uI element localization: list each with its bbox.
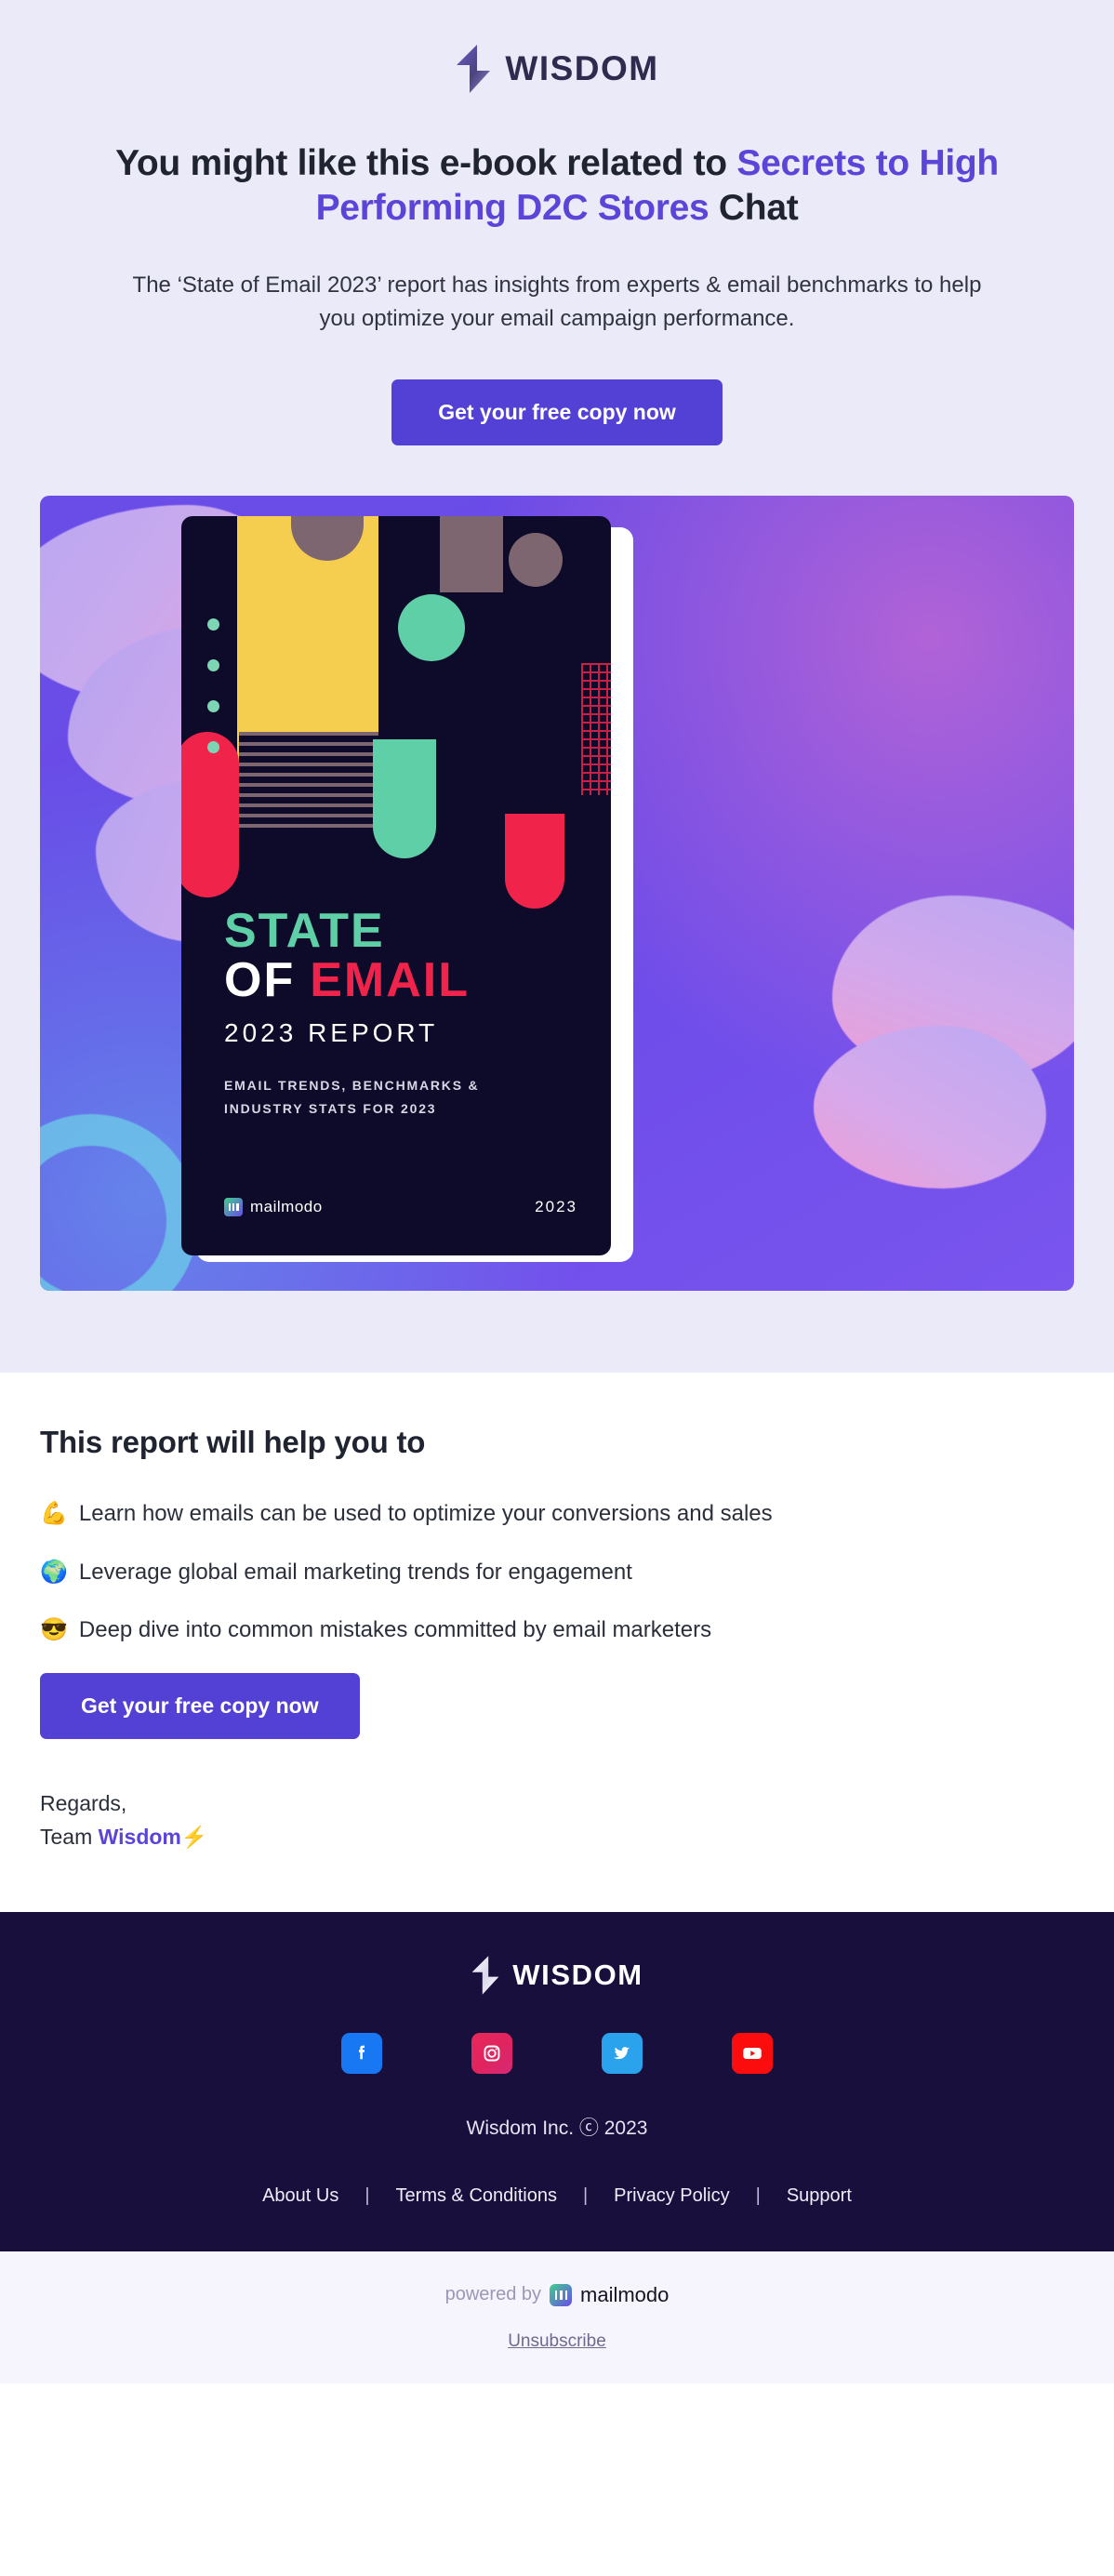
footer: WISDOM Wisdom Inc. ⓒ 2023 About Us | Ter… — [0, 1911, 1114, 2251]
decorative-blob — [814, 1026, 1046, 1189]
body-cta-wrap: Get your free copy now — [40, 1673, 1074, 1740]
cover-shape-dot-column — [207, 618, 220, 782]
cover-publisher-name: mailmodo — [250, 1198, 323, 1216]
copyright-text: Wisdom Inc. ⓒ 2023 — [466, 2117, 648, 2139]
youtube-icon[interactable] — [732, 2032, 773, 2074]
cover-publisher: mailmodo — [224, 1198, 323, 1217]
footer-link-about-us[interactable]: About Us — [236, 2185, 365, 2207]
hero-section: WISDOM You might like this e-book relate… — [0, 0, 1114, 1374]
cover-blurb-line-2: INDUSTRY STATS FOR 2023 — [224, 1100, 437, 1116]
decorative-ring — [40, 1114, 198, 1292]
facebook-icon[interactable] — [341, 2032, 382, 2074]
globe-icon: 🌍 — [40, 1559, 68, 1585]
hero-image-band: STATE OF EMAIL 2023 REPORT EMAIL TRENDS, … — [0, 496, 1114, 1373]
list-item-label: Deep dive into common mistakes committed… — [78, 1616, 712, 1642]
signature-regards: Regards, — [40, 1791, 127, 1816]
cover-title-state: STATE — [224, 904, 385, 959]
unsubscribe-link[interactable]: Unsubscribe — [508, 2331, 606, 2351]
footer-nav: About Us | Terms & Conditions | Privacy … — [0, 2185, 1114, 2207]
cover-shape-dot-grid — [581, 663, 611, 796]
high-voltage-icon: ⚡ — [180, 1825, 208, 1849]
twitter-icon[interactable] — [602, 2032, 643, 2074]
footer-link-privacy[interactable]: Privacy Policy — [588, 2185, 755, 2207]
footer-link-terms[interactable]: Terms & Conditions — [370, 2185, 583, 2207]
email-body: WISDOM You might like this e-book relate… — [0, 0, 1114, 2383]
mailmodo-icon — [224, 1198, 243, 1217]
brand-name: WISDOM — [505, 49, 659, 87]
instagram-icon[interactable] — [471, 2032, 512, 2074]
signature-team: Team Wisdom⚡ — [40, 1821, 1074, 1854]
footer-brand-name: WISDOM — [512, 1958, 643, 1991]
cover-shape-teal-circle — [398, 594, 465, 662]
mailmodo-wordmark: mailmodo — [580, 2282, 670, 2306]
list-item: 💪 Learn how emails can be used to optimi… — [40, 1499, 1074, 1529]
cover-shape-mauve-circle — [509, 533, 563, 588]
cover-blurb: EMAIL TRENDS, BENCHMARKS & INDUSTRY STAT… — [224, 1074, 479, 1120]
section-title: This report will help you to — [40, 1425, 426, 1460]
ebook-hero-image[interactable]: STATE OF EMAIL 2023 REPORT EMAIL TRENDS, … — [40, 496, 1074, 1292]
social-links — [0, 2032, 1114, 2074]
hero-cta-wrap: Get your free copy now — [0, 379, 1114, 496]
heading-suffix: Chat — [709, 187, 799, 228]
footer-link-support[interactable]: Support — [761, 2185, 878, 2207]
sunglasses-face-icon: 😎 — [40, 1616, 68, 1642]
page-title: You might like this e-book related to Se… — [0, 141, 1114, 230]
powered-by-section: powered by mailmodo Unsubscribe — [0, 2251, 1114, 2383]
list-item-label: Leverage global email marketing trends f… — [78, 1559, 632, 1585]
cover-year: 2023 — [535, 1198, 577, 1216]
signature-team-name: Wisdom — [98, 1825, 181, 1849]
get-free-copy-button-top[interactable]: Get your free copy now — [391, 379, 723, 446]
powered-by-label: powered by — [444, 2284, 542, 2305]
heading-prefix: You might like this e-book related to — [115, 143, 737, 183]
powered-by-row[interactable]: powered by mailmodo — [0, 2283, 1114, 2307]
cover-shape-stripes — [239, 732, 378, 835]
list-item-label: Learn how emails can be used to optimize… — [78, 1501, 773, 1527]
lightning-bolt-icon — [457, 45, 491, 93]
cover-footer: mailmodo 2023 — [224, 1198, 577, 1217]
list-item: 😎 Deep dive into common mistakes committ… — [40, 1615, 1074, 1645]
lightning-bolt-icon — [471, 1955, 499, 1995]
hero-subtext: The ‘State of Email 2023’ report has ins… — [132, 272, 982, 331]
cover-title-of: OF — [224, 953, 296, 1008]
cover-shape-red-tab — [505, 814, 564, 910]
cover-shape-teal-tab — [373, 739, 436, 859]
cover-title-email: EMAIL — [310, 953, 470, 1008]
report-benefits-section: This report will help you to 💪 Learn how… — [0, 1373, 1114, 1912]
signature: Regards, Team Wisdom⚡ — [40, 1787, 1074, 1853]
cover-blurb-line-1: EMAIL TRENDS, BENCHMARKS & — [224, 1078, 480, 1094]
ebook-cover: STATE OF EMAIL 2023 REPORT EMAIL TRENDS, … — [181, 516, 611, 1256]
header-brand: WISDOM — [0, 45, 1114, 141]
cover-shape-mauve-square — [440, 516, 503, 593]
signature-team-prefix: Team — [40, 1825, 99, 1849]
cover-subtitle: 2023 REPORT — [224, 1018, 439, 1048]
flexed-biceps-icon: 💪 — [40, 1501, 68, 1527]
cover-title-block: STATE OF EMAIL 2023 REPORT — [224, 907, 470, 1048]
footer-brand: WISDOM — [0, 1955, 1114, 1996]
list-item: 🌍 Leverage global email marketing trends… — [40, 1558, 1074, 1587]
mailmodo-icon — [550, 2283, 573, 2306]
get-free-copy-button-bottom[interactable]: Get your free copy now — [40, 1673, 360, 1740]
